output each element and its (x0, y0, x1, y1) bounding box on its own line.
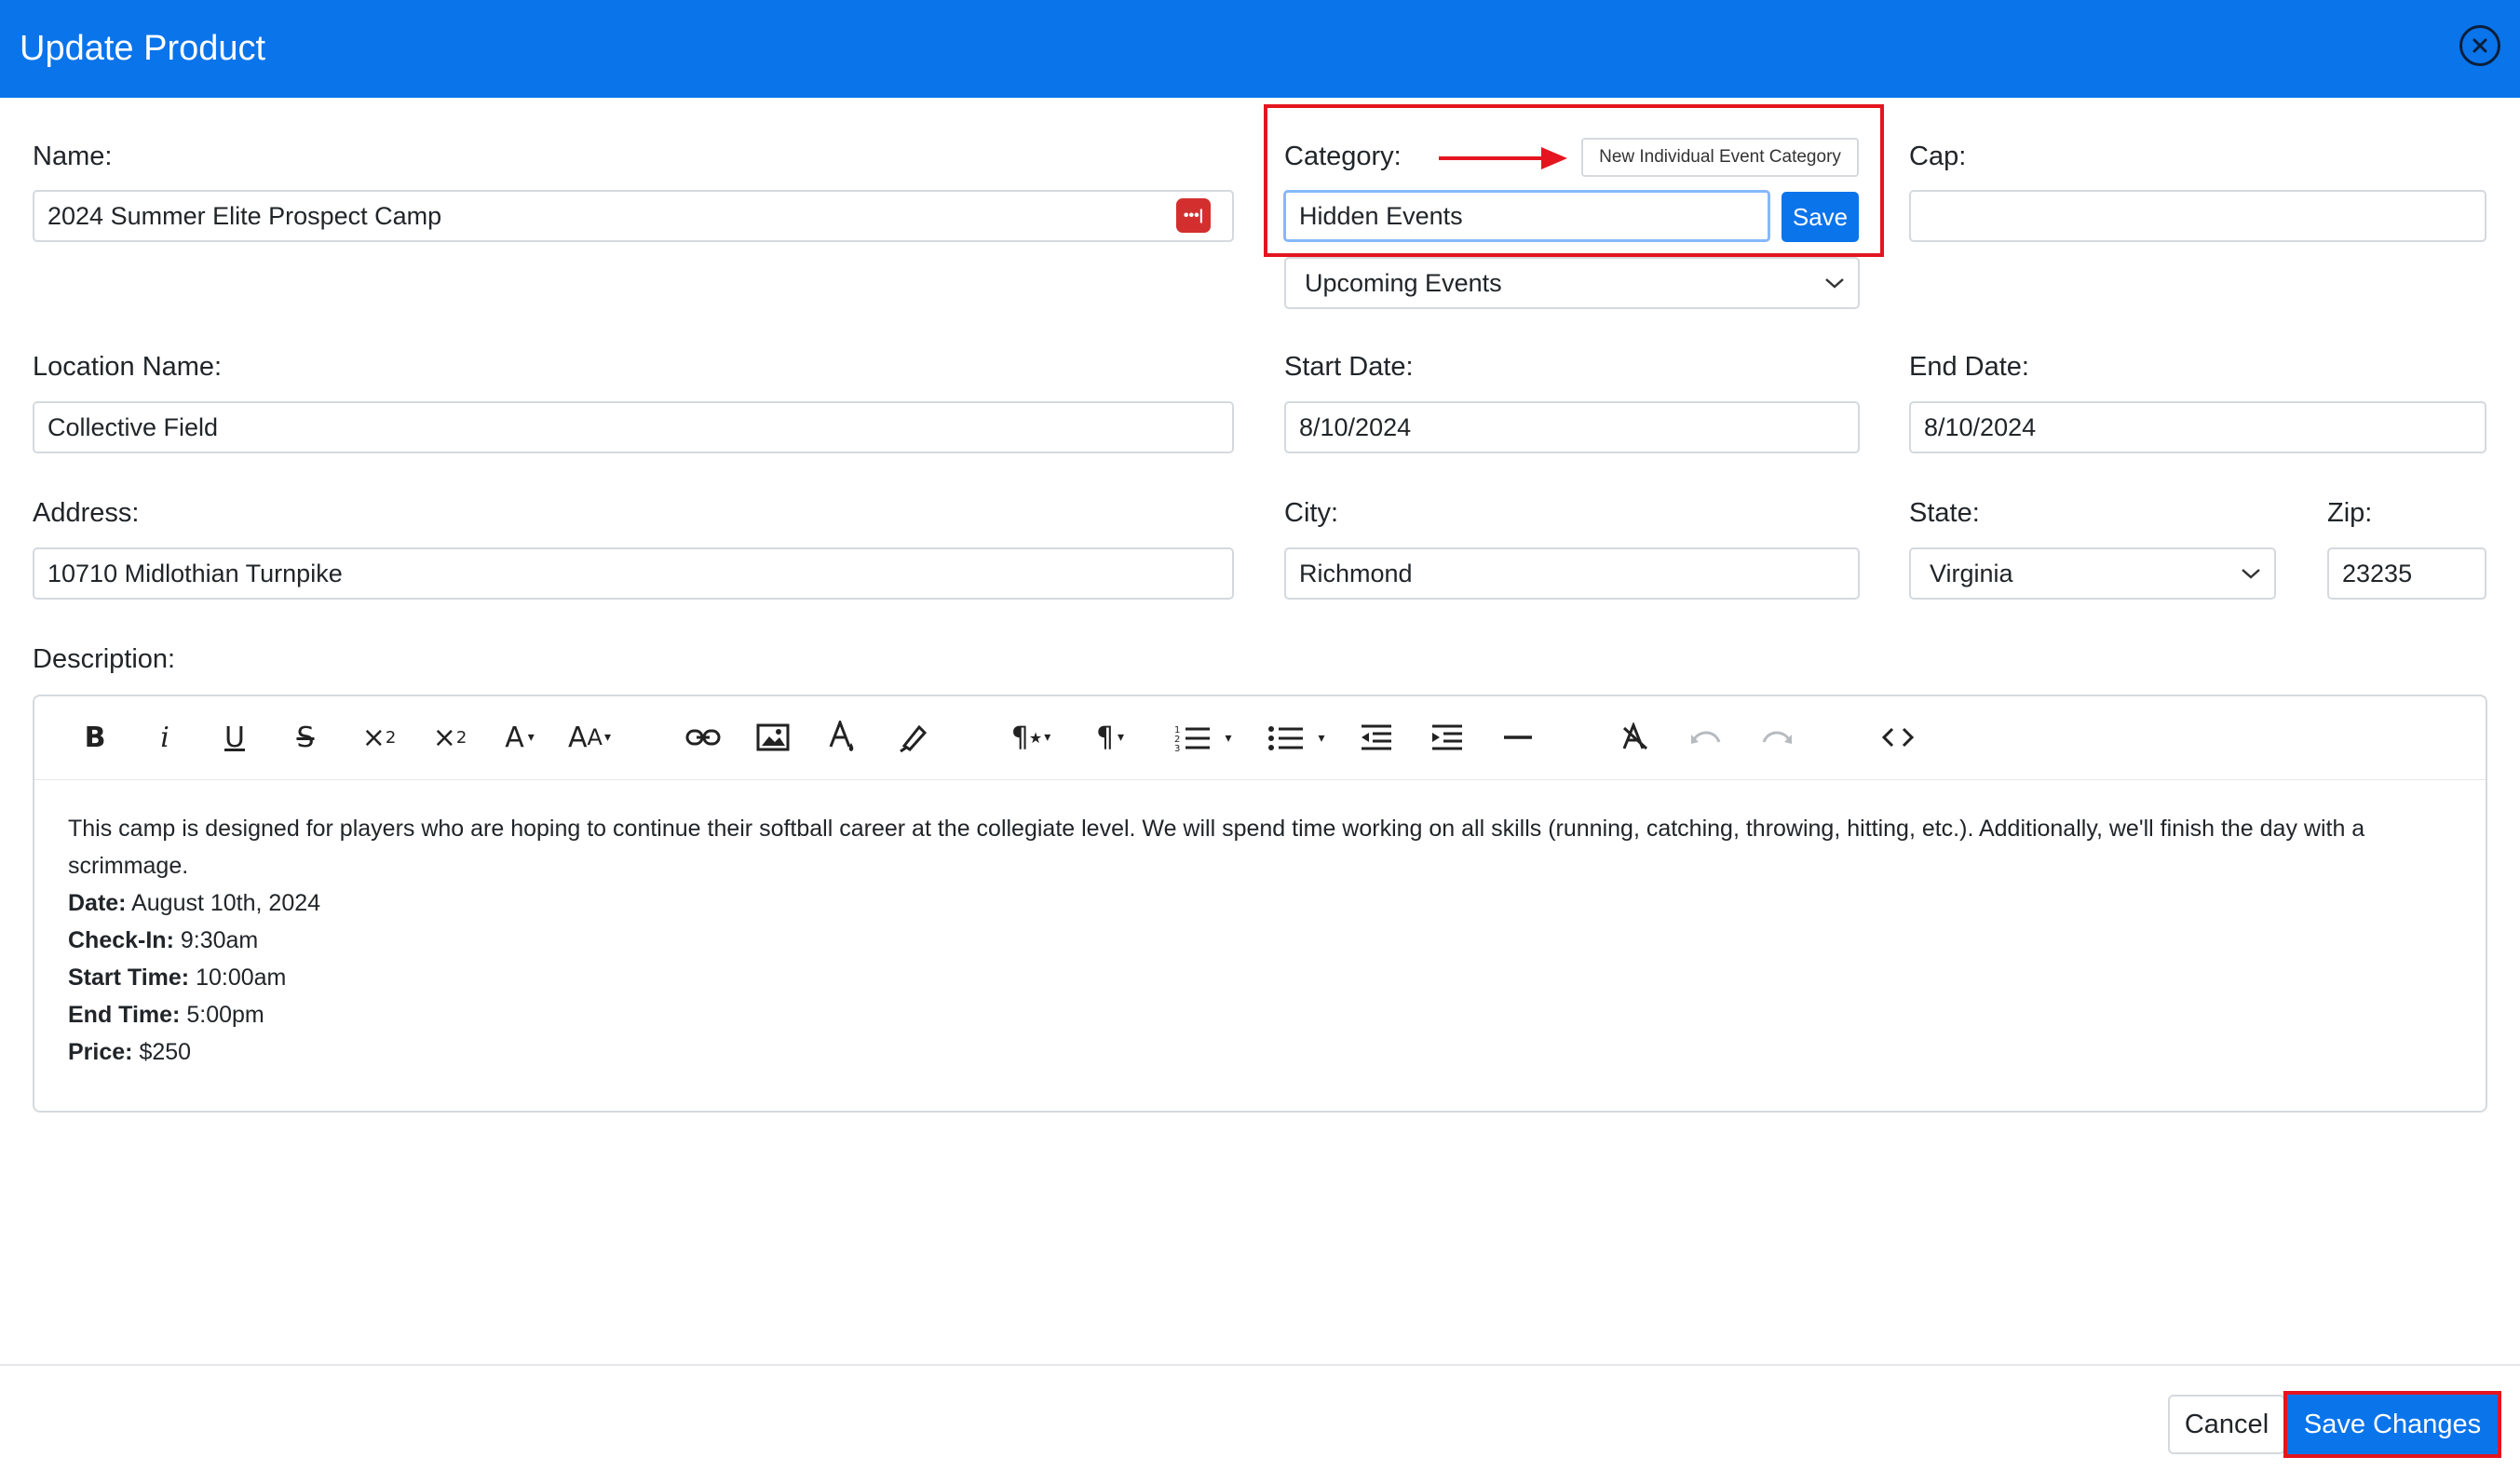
city-value: Richmond (1299, 559, 1413, 587)
footer-divider (0, 1364, 2520, 1366)
checkin-value: 9:30am (180, 927, 259, 953)
cap-input[interactable] (1909, 190, 2486, 242)
strikethrough-icon[interactable]: S (282, 715, 329, 760)
end-date-value: 8/10/2024 (1924, 412, 2037, 441)
new-category-input[interactable]: Hidden Events (1283, 190, 1770, 242)
font-color-dropdown[interactable]: A ▾ (491, 715, 549, 760)
start-time-key: Start Time: (68, 965, 190, 991)
address-label: Address: (33, 498, 140, 528)
end-time-value: 5:00pm (186, 1002, 264, 1028)
location-name-label: Location Name: (33, 352, 223, 382)
date-key: Date: (68, 890, 127, 916)
city-input[interactable]: Richmond (1284, 547, 1860, 600)
text-color-icon[interactable] (819, 715, 865, 760)
indent-icon[interactable] (1424, 715, 1470, 760)
start-time-value: 10:00am (196, 965, 287, 991)
location-name-value: Collective Field (47, 412, 219, 441)
category-select[interactable]: Upcoming Events (1284, 257, 1860, 309)
name-input[interactable]: 2024 Summer Elite Prospect Camp (33, 190, 1234, 242)
save-changes-button[interactable]: Save Changes (2287, 1395, 2498, 1454)
description-intro: This camp is designed for players who ar… (68, 816, 2365, 879)
link-icon[interactable] (677, 715, 729, 760)
date-value: August 10th, 2024 (131, 890, 321, 916)
new-category-button[interactable]: New Individual Event Category (1581, 138, 1859, 177)
category-select-value: Upcoming Events (1305, 268, 1502, 297)
image-icon[interactable] (750, 715, 796, 760)
checkin-key: Check-In: (68, 927, 174, 953)
arrow-icon (1439, 147, 1567, 169)
description-line-checkin: Check-In: 9:30am (68, 922, 2461, 959)
password-manager-icon[interactable]: •••| (1176, 198, 1211, 233)
end-time-key: End Time: (68, 1002, 181, 1028)
dialog-title: Update Product (20, 29, 266, 68)
ordered-list-dropdown[interactable]: 123 ▾ (1152, 715, 1254, 760)
start-date-input[interactable]: 8/10/2024 (1284, 401, 1860, 453)
superscript-icon[interactable]: × 2 (424, 715, 476, 760)
close-icon (2473, 38, 2487, 53)
paragraph-format-dropdown[interactable]: ¶ ▾ (1082, 715, 1138, 760)
redo-icon[interactable] (1754, 715, 1800, 760)
description-label: Description: (33, 644, 176, 674)
zip-label: Zip: (2327, 498, 2373, 528)
price-value: $250 (139, 1039, 192, 1065)
category-label: Category: (1284, 142, 1402, 171)
location-name-input[interactable]: Collective Field (33, 401, 1234, 453)
name-value: 2024 Summer Elite Prospect Camp (47, 201, 442, 230)
city-label: City: (1284, 498, 1338, 528)
outdent-icon[interactable] (1353, 715, 1400, 760)
unordered-list-dropdown[interactable]: ▾ (1245, 715, 1348, 760)
italic-icon[interactable]: i (142, 715, 188, 760)
editor-toolbar: B i U S × 2 × 2 A ▾ A A ▾ ¶ ★ ▾ ¶ ▾ 123 ▾ ▾ (34, 696, 2486, 780)
cap-label: Cap: (1909, 142, 1967, 171)
description-line-date: Date: August 10th, 2024 (68, 884, 2461, 922)
bold-icon[interactable]: B (72, 715, 118, 760)
state-value: Virginia (1930, 559, 2013, 587)
description-line-price: Price: $250 (68, 1033, 2461, 1071)
description-content[interactable]: This camp is designed for players who ar… (68, 810, 2461, 1071)
cancel-button[interactable]: Cancel (2168, 1395, 2285, 1454)
font-size-dropdown[interactable]: A A ▾ (556, 715, 623, 760)
description-editor[interactable]: B i U S × 2 × 2 A ▾ A A ▾ ¶ ★ ▾ ¶ ▾ 123 ▾ ▾ (33, 695, 2487, 1113)
svg-text:3: 3 (1174, 744, 1180, 751)
address-value: 10710 Midlothian Turnpike (47, 559, 343, 587)
chevron-down-icon (2242, 569, 2260, 579)
price-key: Price: (68, 1039, 133, 1065)
paragraph-style-dropdown[interactable]: ¶ ★ ▾ (998, 715, 1064, 760)
clear-format-icon[interactable] (1612, 715, 1659, 760)
underline-icon[interactable]: U (211, 715, 258, 760)
new-category-value: Hidden Events (1299, 201, 1463, 230)
highlight-icon[interactable] (889, 715, 936, 760)
end-date-input[interactable]: 8/10/2024 (1909, 401, 2486, 453)
state-select[interactable]: Virginia (1909, 547, 2276, 600)
start-date-value: 8/10/2024 (1299, 412, 1412, 441)
state-label: State: (1909, 498, 1980, 528)
code-view-icon[interactable] (1875, 715, 1921, 760)
start-date-label: Start Date: (1284, 352, 1414, 382)
address-input[interactable]: 10710 Midlothian Turnpike (33, 547, 1234, 600)
end-date-label: End Date: (1909, 352, 2029, 382)
description-line-start: Start Time: 10:00am (68, 959, 2461, 996)
subscript-icon[interactable]: × 2 (353, 715, 405, 760)
chevron-down-icon (1825, 278, 1844, 289)
description-line-end: End Time: 5:00pm (68, 996, 2461, 1033)
close-button[interactable] (2459, 25, 2500, 66)
name-label: Name: (33, 142, 113, 171)
zip-input[interactable]: 23235 (2327, 547, 2486, 600)
dialog-header: Update Product (0, 0, 2520, 98)
undo-icon[interactable] (1683, 715, 1729, 760)
horizontal-line-icon[interactable] (1495, 715, 1541, 760)
zip-value: 23235 (2342, 559, 2413, 587)
save-category-button[interactable]: Save (1782, 192, 1859, 242)
